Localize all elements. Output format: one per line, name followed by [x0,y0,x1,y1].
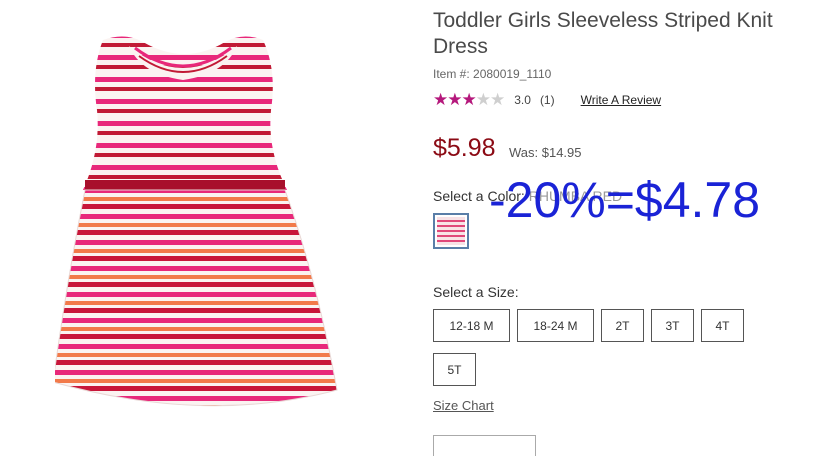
star-filled-icon: ★ [433,90,448,109]
color-swatch-rhumba-red[interactable] [433,213,469,249]
star-filled-icon: ★ [461,90,477,109]
product-image [52,30,355,425]
was-price: Was: $14.95 [509,145,582,160]
write-review-link[interactable]: Write A Review [581,93,661,107]
size-button-4t[interactable]: 4T [701,309,744,342]
size-button-5t[interactable]: 5T [433,353,476,386]
size-button-3t[interactable]: 3T [651,309,694,342]
size-select-label: Select a Size: [433,284,519,300]
star-empty-icon: ★ [475,90,491,109]
rating-count[interactable]: (1) [540,93,555,107]
size-chart-link[interactable]: Size Chart [433,398,494,413]
striped-dress-image [52,36,338,407]
rating-row: ★ ★ ★ ★ ★ 3.0 (1) Write A Review [433,91,661,109]
rating-value: 3.0 [514,93,531,107]
star-filled-icon: ★ [447,90,462,109]
quantity-select[interactable] [433,435,536,456]
pink-stripe-swatch-icon [437,217,465,245]
product-title: Toddler Girls Sleeveless Striped Knit Dr… [433,9,773,58]
current-price: $5.98 [433,134,496,162]
discount-overlay-text: -20%=$4.78 [489,172,761,228]
size-button-12-18m[interactable]: 12-18 M [433,309,510,342]
rating-stars[interactable]: ★ ★ ★ ★ ★ [433,90,505,109]
star-empty-icon: ★ [490,90,505,109]
item-number: Item #: 2080019_1110 [433,67,552,81]
size-button-18-24m[interactable]: 18-24 M [517,309,594,342]
size-button-2t[interactable]: 2T [601,309,644,342]
